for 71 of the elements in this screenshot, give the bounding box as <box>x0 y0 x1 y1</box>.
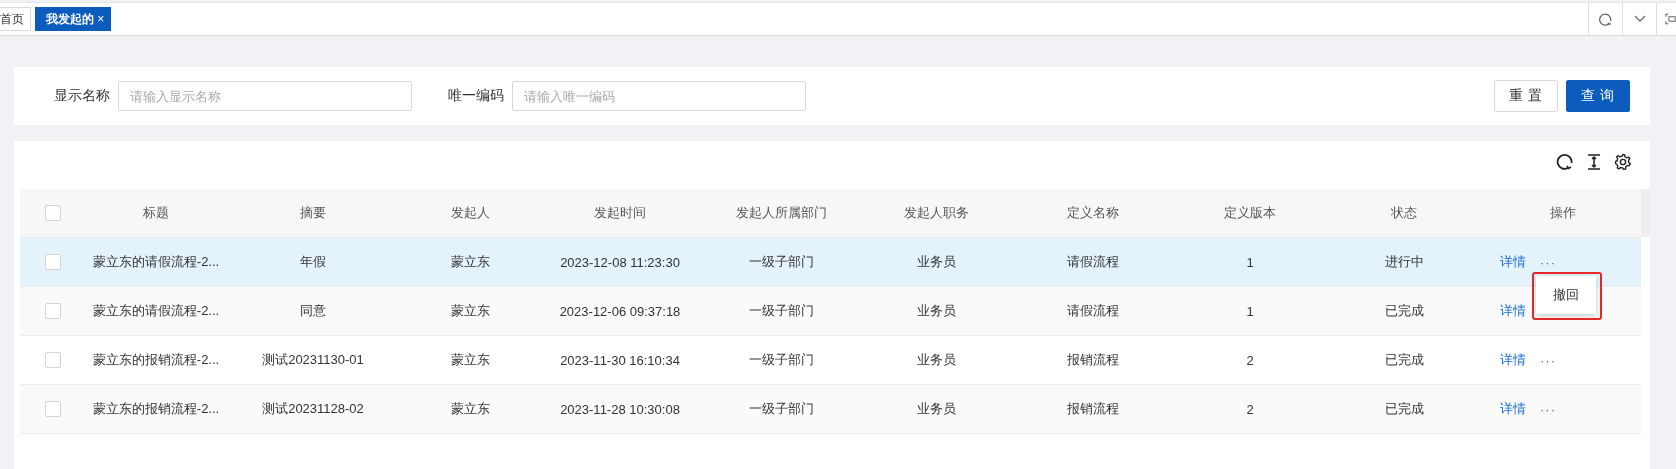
table-cell-text: 2023-12-08 11:23:30 <box>559 254 681 270</box>
column-header: 摘要 <box>299 204 327 222</box>
table-cell-text: 2023-12-06 09:37:18 <box>558 303 682 319</box>
table-cell-text: 已完成 <box>1383 400 1425 418</box>
more-link[interactable]: ··· <box>1540 401 1556 417</box>
column-header: 操作 <box>1548 204 1577 222</box>
table-cell-text: 1 <box>1245 303 1255 319</box>
table-cell-text: 报销流程 <box>1066 400 1120 418</box>
table-cell-text: 一级子部门 <box>747 351 815 369</box>
table-cell-text: 蒙立东 <box>449 302 491 320</box>
search-button[interactable]: 查 询 <box>1566 80 1630 112</box>
table-cell-text: 报销流程 <box>1066 351 1120 369</box>
field-label: 显示名称 <box>54 87 110 105</box>
table-cell-text: 业务员 <box>915 253 957 271</box>
row-height-icon[interactable] <box>1585 153 1603 171</box>
table-cell-text: 测试20231128-02 <box>261 400 365 418</box>
row-checkbox[interactable] <box>45 254 61 270</box>
page-tab[interactable]: 我发起的 × <box>35 7 112 31</box>
table-cell-text: 蒙立东 <box>449 253 491 271</box>
table-cell-text: 测试20231130-01 <box>261 351 365 369</box>
table-cell-text: 请假流程 <box>1066 302 1120 320</box>
scrollbar[interactable] <box>1641 189 1650 237</box>
table-cell-text: 一级子部门 <box>747 253 815 271</box>
table-cell-text: 同意 <box>299 302 327 320</box>
table-cell-text: 2023-11-30 16:10:34 <box>559 352 681 368</box>
row-checkbox[interactable] <box>45 401 61 417</box>
reset-button[interactable]: 重 置 <box>1494 80 1558 112</box>
table-cell-text: 请假流程 <box>1066 253 1120 271</box>
table-cell-text: 一级子部门 <box>747 302 815 320</box>
field-label: 唯一编码 <box>448 87 504 105</box>
table-cell-text: 已完成 <box>1383 302 1425 320</box>
table-cell-text: 蒙立东的报销流程-2... <box>91 400 221 418</box>
refresh-icon[interactable] <box>1556 153 1574 171</box>
table-cell-text: 1 <box>1245 254 1255 270</box>
input-field[interactable]: 请输入显示名称 <box>118 81 412 111</box>
detail-link[interactable]: 详情 <box>1500 400 1526 418</box>
page-tab[interactable]: 首页 <box>0 7 31 31</box>
column-header: 标题 <box>142 204 170 222</box>
table-cell-text: 业务员 <box>915 400 957 418</box>
row-checkbox[interactable] <box>45 352 61 368</box>
row-checkbox[interactable] <box>45 303 61 319</box>
column-header: 发起人所属部门 <box>734 204 828 222</box>
menu-item[interactable]: 撤回 <box>1553 286 1579 304</box>
fullscreen-icon[interactable] <box>1656 3 1676 35</box>
select-all-checkbox[interactable] <box>45 205 61 221</box>
column-header: 定义名称 <box>1066 204 1120 222</box>
detail-link[interactable]: 详情 <box>1500 302 1526 320</box>
column-header: 发起人 <box>449 204 491 222</box>
settings-icon[interactable] <box>1614 153 1632 171</box>
table-cell-text: 2023-11-28 10:30:08 <box>559 401 681 417</box>
table-cell-text: 2 <box>1245 352 1255 368</box>
table-cell-text: 进行中 <box>1383 253 1425 271</box>
table-cell-text: 2 <box>1245 401 1255 417</box>
table-cell-text: 蒙立东的报销流程-2... <box>91 351 221 369</box>
more-link[interactable]: ··· <box>1540 352 1556 368</box>
table-cell-text: 蒙立东的请假流程-2... <box>91 253 221 271</box>
column-header: 发起人职务 <box>902 204 970 222</box>
table-cell-text: 业务员 <box>915 351 957 369</box>
table-cell-text: 蒙立东的请假流程-2... <box>91 302 221 320</box>
column-header: 定义版本 <box>1223 204 1277 222</box>
column-header: 发起时间 <box>593 204 647 222</box>
table-cell-text: 蒙立东 <box>449 351 491 369</box>
table-cell-text: 一级子部门 <box>747 400 815 418</box>
column-header: 状态 <box>1390 204 1418 222</box>
table-cell-text: 蒙立东 <box>449 400 491 418</box>
detail-link[interactable]: 详情 <box>1500 351 1526 369</box>
table-cell-text: 已完成 <box>1383 351 1425 369</box>
detail-link[interactable]: 详情 <box>1500 253 1526 271</box>
more-link[interactable]: ··· <box>1540 254 1556 270</box>
table-cell-text: 业务员 <box>915 302 957 320</box>
table-cell-text: 年假 <box>299 253 327 271</box>
